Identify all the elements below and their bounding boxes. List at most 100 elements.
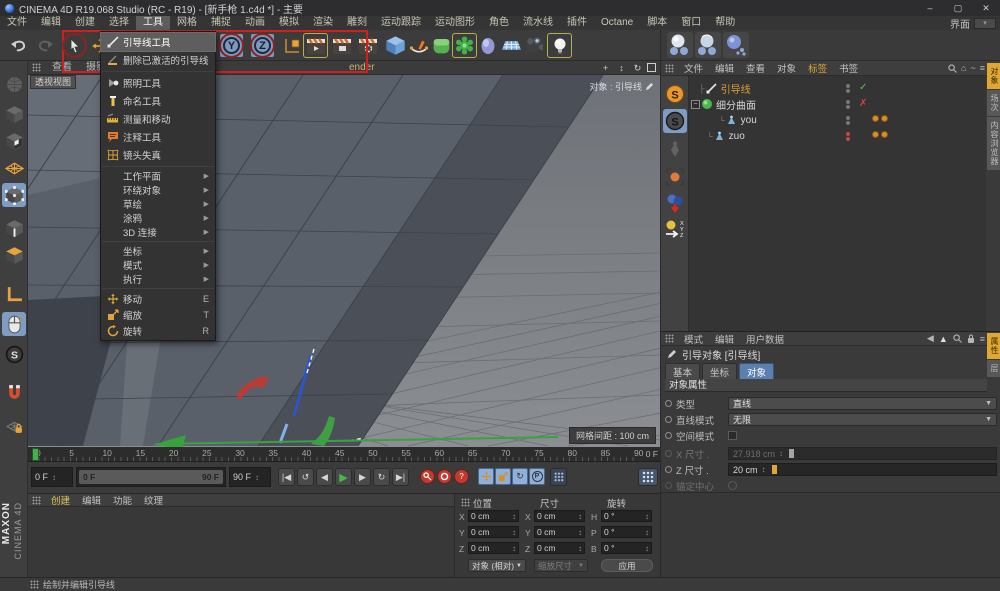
- menu-item-move[interactable]: 移动E: [101, 291, 215, 307]
- menu-item-measure[interactable]: 测量和移动: [101, 110, 215, 128]
- menubar-item[interactable]: 捕捉: [204, 16, 238, 30]
- polygons-mode-button[interactable]: [2, 243, 26, 267]
- timeline-ruler[interactable]: 051015202530354045505560657075808590 0 F: [28, 447, 660, 462]
- end-frame-spinner[interactable]: 90 F↕: [229, 467, 271, 487]
- snap-quantize-icon[interactable]: [663, 191, 687, 215]
- menubar-item[interactable]: 运动图形: [428, 16, 482, 30]
- particles-sphere-icon[interactable]: [723, 32, 749, 58]
- size-mode-dropdown[interactable]: 缩放尺寸▼: [534, 559, 588, 572]
- home-icon[interactable]: ⌂: [961, 63, 966, 73]
- material-menu-create[interactable]: 创建: [45, 493, 76, 507]
- menubar-item[interactable]: 脚本: [640, 16, 674, 30]
- enable-snap-button[interactable]: S: [2, 342, 26, 366]
- close-button[interactable]: ✕: [972, 0, 1000, 16]
- search-icon[interactable]: [948, 64, 957, 73]
- magnet-snap-button[interactable]: [2, 380, 26, 404]
- expander-icon[interactable]: −: [691, 100, 700, 109]
- rot-h-field[interactable]: 0 °↕: [601, 510, 652, 522]
- primitive-cube-button[interactable]: [383, 33, 408, 58]
- am-menu-edit[interactable]: 编辑: [709, 332, 740, 346]
- menu-item-coordinates[interactable]: 坐标▶: [101, 244, 215, 258]
- frame-range-slider[interactable]: 0 F90 F: [76, 467, 226, 487]
- viewport-menu-prorender-partial[interactable]: ender: [342, 61, 382, 75]
- menu-item-modes[interactable]: 模式▶: [101, 258, 215, 272]
- menubar-item[interactable]: 帮助: [708, 16, 742, 30]
- visibility-dots[interactable]: [846, 99, 851, 110]
- keyframe-selection-button[interactable]: ?: [454, 469, 469, 484]
- current-frame-spinner[interactable]: 0 F↕: [31, 467, 73, 487]
- menubar-item[interactable]: 工具: [136, 16, 170, 30]
- panel-menu-icon[interactable]: [32, 63, 41, 72]
- snap-axis-xyz-icon[interactable]: XYZ: [663, 217, 687, 241]
- history-up-icon[interactable]: ▲: [939, 334, 948, 344]
- render-settings-button[interactable]: [355, 33, 380, 58]
- menubar-item[interactable]: 运动跟踪: [374, 16, 428, 30]
- view-toggle-icon[interactable]: [647, 63, 656, 72]
- tree-row-guide[interactable]: ├ 引导线: [699, 80, 751, 96]
- menu-item-lighting[interactable]: 照明工具: [101, 74, 215, 92]
- tag-icons[interactable]: [872, 131, 890, 138]
- type-dropdown[interactable]: 直线▼: [728, 397, 997, 410]
- om-menu-view[interactable]: 查看: [740, 61, 771, 75]
- menubar-item[interactable]: 创建: [68, 16, 102, 30]
- menubar-item[interactable]: Octane: [594, 16, 640, 30]
- menu-item-scale[interactable]: 缩放T: [101, 307, 215, 323]
- space-mode-checkbox[interactable]: [728, 431, 737, 440]
- menu-item-lens-distortion[interactable]: 镜头失真: [101, 146, 215, 164]
- make-editable-button[interactable]: [2, 72, 26, 96]
- viewport-solo-mouse-button[interactable]: [2, 312, 26, 336]
- menubar-item[interactable]: 插件: [560, 16, 594, 30]
- menu-item-annotate[interactable]: 注释工具: [101, 128, 215, 146]
- material-menu-texture[interactable]: 纹理: [138, 493, 169, 507]
- animatable-dot-icon[interactable]: [665, 432, 672, 439]
- view-pan-icon[interactable]: +: [599, 62, 612, 74]
- menu-item-sketch[interactable]: 草绘▶: [101, 197, 215, 211]
- model-mode-button[interactable]: [2, 102, 26, 126]
- menu-item-3d-connexion[interactable]: 3D 连接▶: [101, 225, 215, 239]
- loop-button[interactable]: ↻: [373, 468, 390, 486]
- side-tab-content-browser[interactable]: 内容浏览器: [987, 117, 1000, 171]
- texture-mode-button[interactable]: [2, 129, 26, 153]
- filter-icon[interactable]: ≡: [980, 63, 985, 73]
- menu-item-rotate[interactable]: 旋转R: [101, 323, 215, 339]
- side-tab-objects[interactable]: 对象: [987, 63, 1000, 90]
- menu-item-naming[interactable]: 命名工具: [101, 92, 215, 110]
- environment-floor-button[interactable]: [499, 33, 524, 58]
- anchor-checkbox[interactable]: [728, 481, 737, 490]
- timeline-playhead[interactable]: [32, 448, 39, 461]
- menu-item-delete-guides[interactable]: 删除已激活的引导线: [101, 51, 215, 69]
- menubar-item[interactable]: 文件: [0, 16, 34, 30]
- workplane-lock-button[interactable]: [2, 414, 26, 438]
- key-scale-toggle[interactable]: [495, 468, 511, 485]
- menubar-item[interactable]: 窗口: [674, 16, 708, 30]
- menu-item-workplane[interactable]: 工作平面▶: [101, 169, 215, 183]
- panel-menu-icon[interactable]: [30, 580, 39, 589]
- om-menu-edit[interactable]: 编辑: [709, 61, 740, 75]
- disabled-x-icon[interactable]: ✗: [859, 98, 867, 109]
- z-size-field[interactable]: 20 cm↕: [728, 463, 997, 476]
- side-tab-layers[interactable]: 层: [987, 360, 1000, 378]
- enable-axis-button[interactable]: [2, 282, 26, 306]
- render-picture-viewer-button[interactable]: [329, 33, 354, 58]
- deformer-button[interactable]: [452, 33, 477, 58]
- material-menu-edit[interactable]: 编辑: [76, 493, 107, 507]
- key-position-toggle[interactable]: [478, 468, 494, 485]
- coordinate-system-button[interactable]: [279, 33, 304, 58]
- interface-dropdown[interactable]: ▾: [974, 18, 996, 29]
- animatable-dot-icon[interactable]: [665, 400, 672, 407]
- apply-button[interactable]: 应用: [601, 559, 653, 572]
- record-keyframe-button[interactable]: [420, 469, 435, 484]
- edges-mode-button[interactable]: [2, 216, 26, 240]
- om-menu-bookmarks[interactable]: 书签: [833, 61, 864, 75]
- key-rotation-toggle[interactable]: ↻: [512, 468, 528, 485]
- tree-row-subdivision[interactable]: − 细分曲面: [691, 96, 756, 112]
- coords-mode-dropdown[interactable]: 对象 (相对)▼: [468, 559, 526, 572]
- enabled-check-icon[interactable]: ✓: [859, 82, 867, 93]
- size-z-field[interactable]: 0 cm↕: [534, 542, 585, 554]
- go-to-start-button[interactable]: |◀: [278, 468, 295, 486]
- tag-icons[interactable]: [872, 115, 890, 122]
- panel-menu-icon[interactable]: [461, 498, 470, 507]
- undo-button[interactable]: [6, 33, 31, 58]
- lock-icon[interactable]: [967, 334, 975, 344]
- menubar-item[interactable]: 动画: [238, 16, 272, 30]
